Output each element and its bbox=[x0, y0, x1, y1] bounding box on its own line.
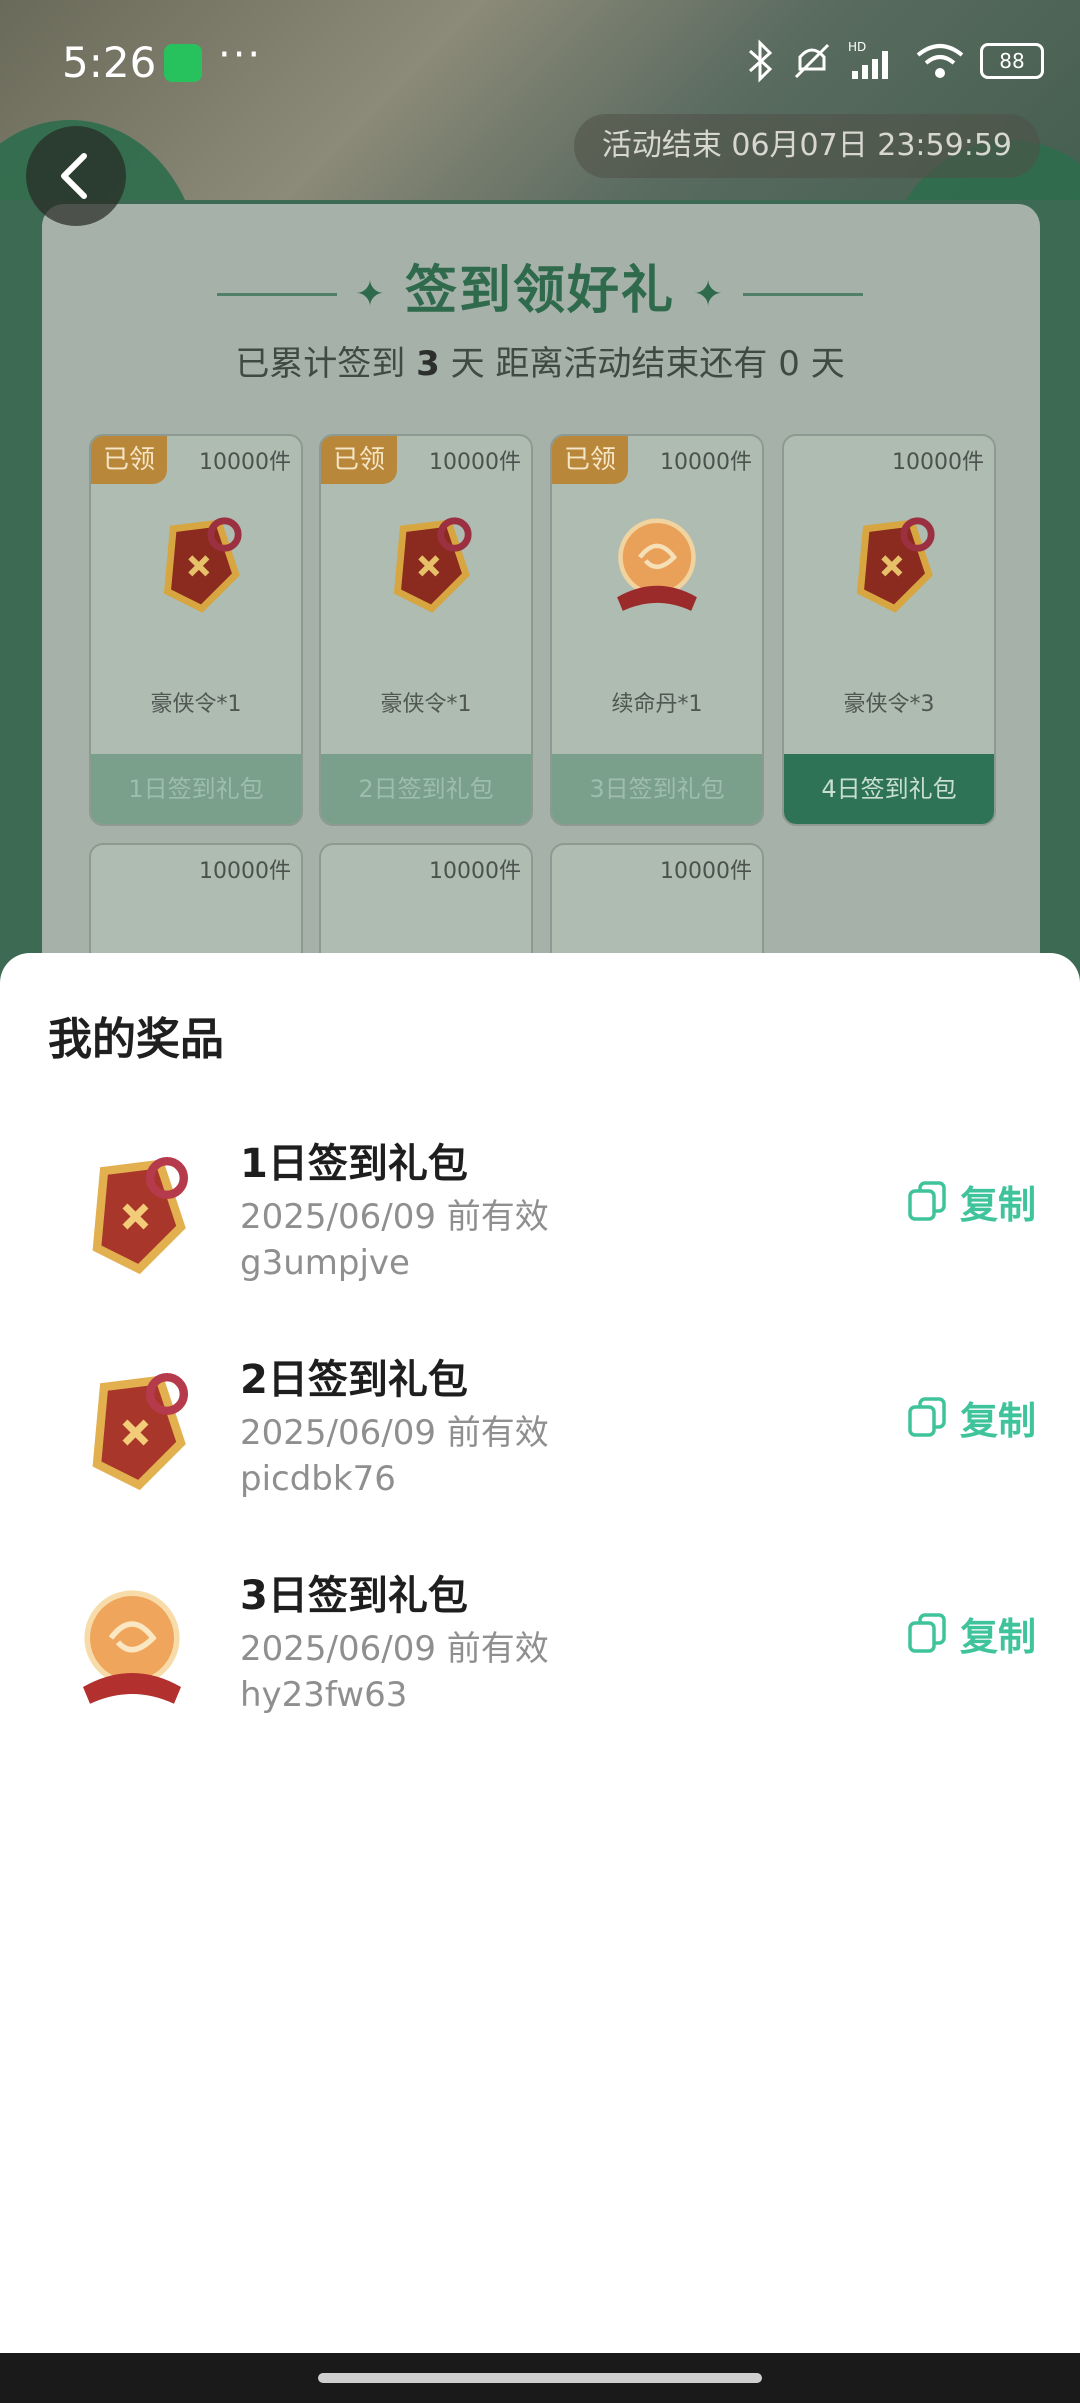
gift-stock: 10000件 bbox=[660, 450, 752, 475]
copy-icon bbox=[908, 1613, 946, 1653]
gift-stock: 10000件 bbox=[660, 859, 752, 884]
bluetooth-icon bbox=[748, 39, 773, 83]
battery-icon: 88 bbox=[980, 43, 1044, 79]
copy-label: 复制 bbox=[959, 1182, 1036, 1227]
claimed-badge: 已领 bbox=[321, 436, 397, 484]
wechat-icon bbox=[164, 44, 202, 82]
token-icon bbox=[92, 1373, 188, 1491]
back-button[interactable] bbox=[26, 126, 126, 226]
mute-icon bbox=[794, 43, 830, 79]
copy-label: 复制 bbox=[959, 1398, 1036, 1443]
prize-validity: 2025/06/09 前有效 bbox=[240, 1629, 549, 1669]
home-gesture-handle[interactable] bbox=[318, 2373, 762, 2383]
signin-summary: 已累计签到 3 天 距离活动结束还有 0 天 bbox=[235, 344, 845, 384]
signal-icon: HD bbox=[848, 40, 888, 79]
token-icon bbox=[856, 517, 935, 613]
prize-name: 2日签到礼包 bbox=[240, 1357, 468, 1403]
copy-icon bbox=[908, 1181, 946, 1221]
token-icon bbox=[393, 517, 472, 613]
sheet-title: 我的奖品 bbox=[48, 1014, 224, 1065]
prize-code: picdbk76 bbox=[240, 1459, 396, 1499]
orb-icon bbox=[83, 1590, 181, 1704]
system-icons: HD 88 bbox=[746, 36, 1044, 86]
copy-label: 复制 bbox=[959, 1614, 1036, 1659]
gift-item: 豪侠令*3 bbox=[843, 692, 935, 717]
prize-name: 3日签到礼包 bbox=[240, 1573, 468, 1619]
gift-claim-button[interactable]: 1日签到礼包 bbox=[91, 754, 301, 824]
gift-claim-button[interactable]: 3日签到礼包 bbox=[552, 754, 762, 824]
svg-text:HD: HD bbox=[848, 40, 866, 54]
prize-item: 1日签到礼包 2025/06/09 前有效 g3umpjve 复制 bbox=[0, 1123, 1080, 1303]
wifi-icon bbox=[916, 44, 964, 78]
gift-item: 豪侠令*1 bbox=[150, 692, 242, 717]
gift-stock: 10000件 bbox=[429, 450, 521, 475]
gift-stock: 10000件 bbox=[199, 450, 291, 475]
claimed-badge: 已领 bbox=[91, 436, 167, 484]
status-bar: 5:26 ··· HD 88 bbox=[0, 30, 1080, 100]
copy-button[interactable]: 复制 bbox=[906, 1387, 1036, 1447]
system-nav-bar bbox=[0, 2353, 1080, 2403]
gift-claim-button[interactable]: 2日签到礼包 bbox=[321, 754, 531, 824]
prize-code: hy23fw63 bbox=[240, 1675, 408, 1715]
gift-card-day2[interactable]: 已领 10000件 豪侠令*1 2日签到礼包 bbox=[319, 434, 533, 826]
more-notifications-icon: ··· bbox=[218, 32, 263, 78]
copy-button[interactable]: 复制 bbox=[906, 1603, 1036, 1663]
prize-code: g3umpjve bbox=[240, 1243, 410, 1283]
gift-claim-button[interactable]: 4日签到礼包 bbox=[784, 754, 994, 824]
copy-icon bbox=[908, 1397, 946, 1437]
chevron-left-icon bbox=[61, 153, 87, 199]
activity-end-time: 活动结束 06月07日 23:59:59 bbox=[573, 114, 1040, 178]
claimed-badge: 已领 bbox=[552, 436, 628, 484]
my-prizes-sheet: 我的奖品 1日签到礼包 2025/06/09 前有效 g3umpjve 复制 2… bbox=[0, 953, 1080, 2353]
prize-validity: 2025/06/09 前有效 bbox=[240, 1413, 549, 1453]
sparkle-icon: ✦ bbox=[693, 273, 726, 315]
gift-item: 豪侠令*1 bbox=[380, 692, 472, 717]
panel-title: ✦ 签到领好礼 ✦ bbox=[0, 248, 1080, 323]
token-icon bbox=[92, 1157, 188, 1275]
prize-validity: 2025/06/09 前有效 bbox=[240, 1197, 549, 1237]
gift-card-day1[interactable]: 已领 10000件 豪侠令*1 1日签到礼包 bbox=[89, 434, 303, 826]
clock: 5:26 bbox=[62, 38, 157, 87]
gift-stock: 10000件 bbox=[199, 859, 291, 884]
prize-name: 1日签到礼包 bbox=[240, 1141, 468, 1187]
copy-button[interactable]: 复制 bbox=[906, 1171, 1036, 1231]
prize-item: 2日签到礼包 2025/06/09 前有效 picdbk76 复制 bbox=[0, 1339, 1080, 1519]
gift-card-day3[interactable]: 已领 10000件 续命丹*1 3日签到礼包 bbox=[550, 434, 764, 826]
token-icon bbox=[163, 517, 242, 613]
orb-icon bbox=[617, 518, 697, 611]
sparkle-icon: ✦ bbox=[354, 273, 387, 315]
gift-item: 续命丹*1 bbox=[611, 692, 703, 717]
prize-item: 3日签到礼包 2025/06/09 前有效 hy23fw63 复制 bbox=[0, 1555, 1080, 1735]
gift-stock: 10000件 bbox=[429, 859, 521, 884]
gift-stock: 10000件 bbox=[892, 450, 984, 475]
gift-card-day4[interactable]: 10000件 豪侠令*3 4日签到礼包 bbox=[782, 434, 996, 826]
